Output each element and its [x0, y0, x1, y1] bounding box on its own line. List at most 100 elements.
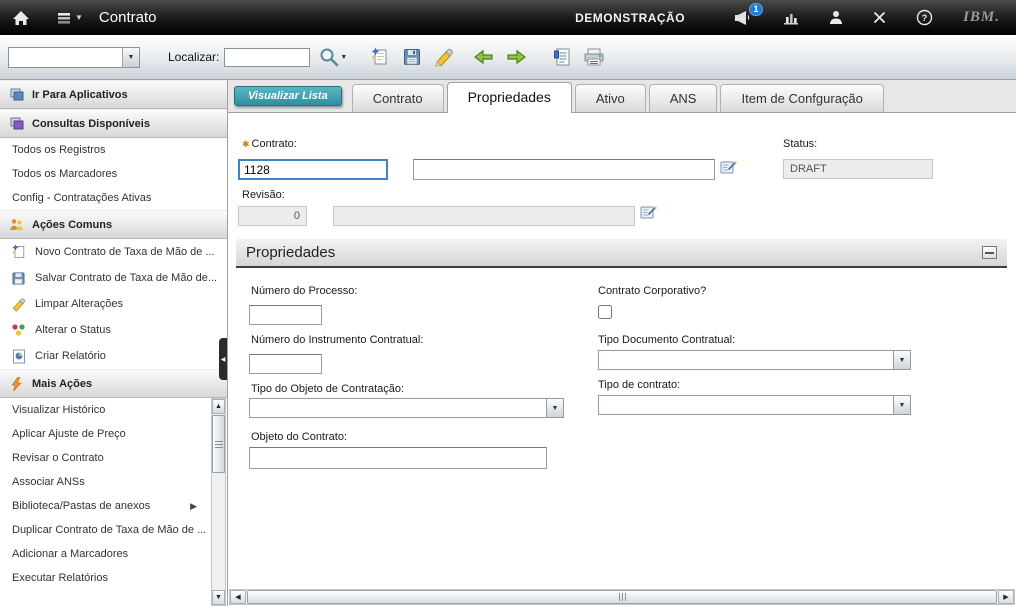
find-input[interactable] [224, 48, 310, 67]
submenu-arrow-icon: ▶ [190, 501, 197, 512]
instrument-number-input[interactable] [249, 354, 322, 374]
lightning-icon [8, 377, 25, 391]
contract-type-select[interactable]: ▼ [598, 395, 911, 415]
revision-description-field [333, 206, 635, 226]
change-status-icon [10, 323, 27, 337]
sidebar-scrollbar[interactable]: ▲ ▼ [211, 398, 226, 606]
collapse-section-icon[interactable] [982, 246, 997, 259]
available-queries-header[interactable]: Consultas Disponíveis [0, 109, 227, 138]
create-report-icon [10, 349, 27, 364]
sidebar-collapse-handle[interactable]: ◀ [219, 338, 227, 380]
contract-type-label: Tipo de contrato: [598, 379, 680, 391]
doc-type-label: Tipo Documento Contratual: [598, 334, 735, 346]
help-icon[interactable]: ? [916, 9, 933, 26]
more-action-add-bookmarks[interactable]: Adicionar a Marcadores [0, 542, 209, 566]
more-actions-header[interactable]: Mais Ações [0, 369, 227, 398]
action-save-contract[interactable]: Salvar Contrato de Taxa de Mão de... [0, 265, 227, 291]
object-type-value [250, 399, 546, 417]
combobox-arrow-icon[interactable]: ▼ [122, 48, 139, 67]
corporate-contract-label: Contrato Corporativo? [598, 285, 706, 297]
tab-ans[interactable]: ANS [649, 84, 718, 112]
search-icon[interactable] [316, 44, 342, 70]
corporate-contract-checkbox[interactable] [598, 305, 612, 319]
more-action-duplicate-contract[interactable]: Duplicar Contrato de Taxa de Mão de ... [0, 518, 209, 542]
process-number-label: Número do Processo: [251, 285, 357, 297]
action-new-contract[interactable]: Novo Contrato de Taxa de Mão de ... [0, 239, 227, 265]
tab-propriedades[interactable]: Propriedades [447, 82, 572, 113]
action-clear-changes[interactable]: Limpar Alterações [0, 291, 227, 317]
doc-type-select[interactable]: ▼ [598, 350, 911, 370]
chevron-down-icon: ▼ [893, 396, 910, 414]
new-record-icon[interactable] [367, 44, 393, 70]
long-description-icon[interactable] [720, 159, 738, 180]
svg-text:?: ? [922, 13, 928, 24]
record-form: ✱Contrato: Status: DRAFT Revisão: 0 [228, 113, 1016, 606]
save-icon[interactable] [399, 44, 425, 70]
reports-chart-icon[interactable] [783, 11, 799, 25]
go-to-menu-icon[interactable]: ▼ [56, 11, 83, 25]
tab-contrato[interactable]: Contrato [352, 84, 444, 112]
scrollbar-thumb[interactable] [212, 415, 225, 473]
more-action-associate-slas[interactable]: Associar ANSs [0, 470, 209, 494]
tab-ativo[interactable]: Ativo [575, 84, 646, 112]
process-number-input[interactable] [249, 305, 322, 325]
previous-record-icon[interactable] [471, 44, 497, 70]
horizontal-scrollbar[interactable]: ◀ ▶ [229, 589, 1015, 605]
new-record-icon [10, 244, 27, 260]
queries-icon [8, 117, 25, 130]
contract-description-input[interactable] [413, 159, 715, 180]
next-record-icon[interactable] [503, 44, 529, 70]
more-action-price-adjust[interactable]: Aplicar Ajuste de Preço [0, 422, 209, 446]
long-description-icon[interactable] [640, 204, 658, 225]
contract-object-input[interactable] [249, 447, 547, 469]
logout-icon[interactable] [873, 11, 886, 24]
tab-item-configuracao[interactable]: Item de Confguração [720, 84, 883, 112]
scroll-left-icon[interactable]: ◀ [230, 590, 246, 604]
instrument-number-label: Número do Instrumento Contratual: [251, 334, 423, 346]
goto-applications-header[interactable]: Ir Para Aplicativos [0, 80, 227, 109]
more-action-view-history[interactable]: Visualizar Histórico [0, 398, 209, 422]
print-icon[interactable] [581, 44, 607, 70]
people-icon [8, 218, 25, 231]
common-actions-header[interactable]: Ações Comuns [0, 210, 227, 239]
action-label: Salvar Contrato de Taxa de Mão de... [35, 272, 217, 284]
more-action-run-reports[interactable]: Executar Relatórios [0, 566, 209, 590]
sidebar: Ir Para Aplicativos Consultas Disponívei… [0, 80, 228, 606]
query-combobox[interactable]: ▼ [8, 47, 140, 68]
tab-bar: Visualizar Lista Contrato Propriedades A… [228, 80, 1016, 113]
scroll-up-icon[interactable]: ▲ [212, 399, 225, 414]
app-title: Contrato [99, 9, 157, 26]
common-actions-label: Ações Comuns [32, 219, 112, 231]
chevron-down-icon: ▼ [893, 351, 910, 369]
contract-number-input[interactable] [238, 159, 388, 180]
view-list-button[interactable]: Visualizar Lista [234, 86, 342, 106]
environment-label: DEMONSTRAÇÃO [575, 11, 685, 25]
announcements-icon[interactable]: 1 [733, 10, 753, 26]
action-label: Novo Contrato de Taxa de Mão de ... [35, 246, 215, 258]
reports-icon[interactable] [549, 44, 575, 70]
query-item-config-active[interactable]: Config - Contratações Ativas [0, 186, 227, 210]
save-icon [10, 271, 27, 286]
more-actions-panel: Visualizar Histórico Aplicar Ajuste de P… [0, 398, 227, 606]
action-label: Alterar o Status [35, 324, 111, 336]
scroll-down-icon[interactable]: ▼ [212, 590, 225, 605]
search-options-arrow-icon[interactable]: ▼ [340, 54, 347, 61]
profile-icon[interactable] [829, 10, 843, 25]
more-action-attachments[interactable]: Biblioteca/Pastas de anexos ▶ [0, 494, 209, 518]
clear-changes-icon[interactable] [431, 44, 457, 70]
home-icon[interactable] [12, 10, 30, 26]
scrollbar-thumb[interactable] [247, 590, 997, 604]
titlebar: ▼ Contrato DEMONSTRAÇÃO 1 ? IBM. [0, 0, 1016, 35]
query-item-all-records[interactable]: Todos os Registros [0, 138, 227, 162]
scrollbar-track[interactable] [212, 473, 225, 590]
contract-object-label: Objeto do Contrato: [251, 431, 347, 443]
action-create-report[interactable]: Criar Relatório [0, 343, 227, 369]
object-type-select[interactable]: ▼ [249, 398, 564, 418]
scroll-right-icon[interactable]: ▶ [998, 590, 1014, 604]
available-queries-label: Consultas Disponíveis [32, 118, 150, 130]
more-action-revise-contract[interactable]: Revisar o Contrato [0, 446, 209, 470]
query-item-all-bookmarks[interactable]: Todos os Marcadores [0, 162, 227, 186]
goto-applications-label: Ir Para Aplicativos [32, 89, 128, 101]
action-change-status[interactable]: Alterar o Status [0, 317, 227, 343]
find-label: Localizar: [168, 50, 219, 64]
